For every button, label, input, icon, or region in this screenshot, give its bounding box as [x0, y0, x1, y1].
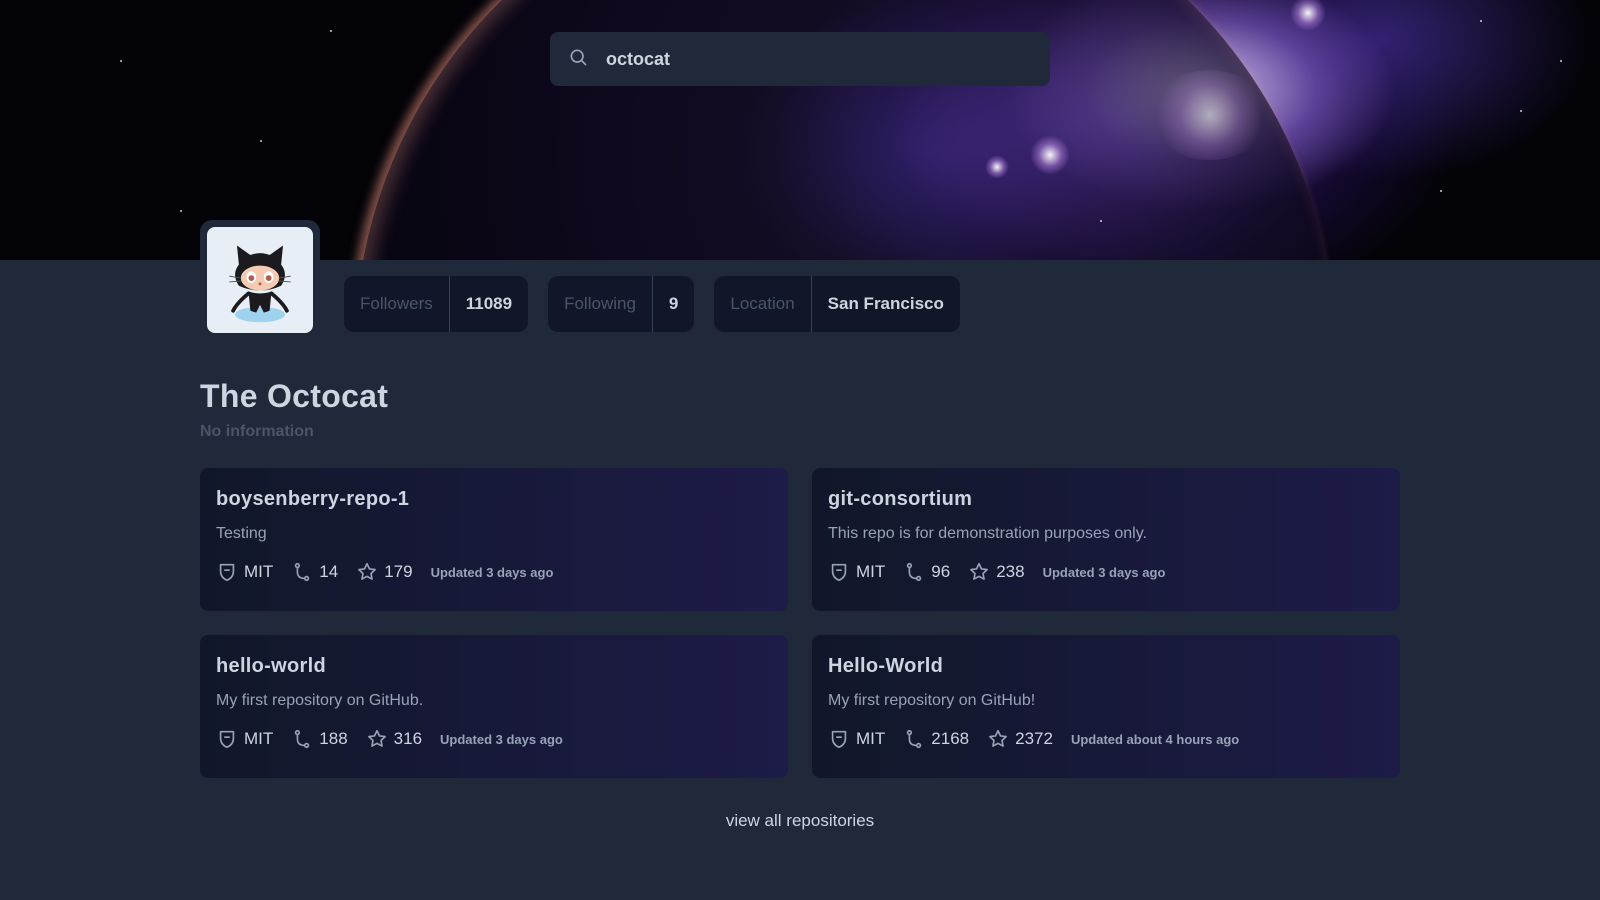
repo-license: MIT — [216, 561, 273, 583]
repo-description: Testing — [216, 525, 267, 542]
search-bar[interactable] — [550, 32, 1050, 86]
stat-label: Location — [730, 294, 795, 313]
repo-name[interactable]: hello-world — [216, 655, 772, 678]
repo-card[interactable]: Hello-World My first repository on GitHu… — [812, 635, 1400, 778]
star — [1100, 220, 1102, 222]
star — [1560, 60, 1562, 62]
star-icon — [989, 729, 1008, 747]
star-icon — [358, 562, 377, 580]
repo-description: My first repository on GitHub! — [828, 692, 1036, 709]
repo-forks: 14 — [291, 561, 338, 583]
repo-name[interactable]: boysenberry-repo-1 — [216, 488, 772, 511]
star — [260, 140, 262, 142]
stars-count: 179 — [384, 562, 413, 581]
repo-meta: MIT 2168 2372 Updated about 4 hours ago — [828, 728, 1384, 750]
repo-license: MIT — [216, 728, 273, 750]
star — [1440, 190, 1442, 192]
octocat-avatar-icon — [229, 245, 291, 323]
repo-description: This repo is for demonstration purposes … — [828, 525, 1147, 542]
stat-following: Following 9 — [548, 276, 695, 332]
license-label: MIT — [856, 562, 886, 581]
fork-icon — [907, 729, 922, 749]
repo-forks: 96 — [903, 561, 950, 583]
repo-grid: boysenberry-repo-1 Testing MIT 14 179 Up… — [200, 468, 1400, 778]
repo-description: My first repository on GitHub. — [216, 692, 424, 709]
forks-count: 96 — [931, 562, 951, 581]
repo-card[interactable]: boysenberry-repo-1 Testing MIT 14 179 Up… — [200, 468, 788, 611]
star-glow — [985, 155, 1009, 179]
repo-license: MIT — [828, 728, 885, 750]
star-icon — [970, 562, 989, 580]
star — [330, 30, 332, 32]
repo-stars: 2372 — [987, 728, 1053, 750]
star — [120, 60, 122, 62]
star-glow — [1150, 70, 1270, 160]
license-label: MIT — [244, 729, 274, 748]
search-icon — [568, 47, 588, 72]
stat-value: San Francisco — [827, 294, 944, 313]
stat-followers: Followers 11089 — [344, 276, 529, 332]
repo-stars: 238 — [968, 561, 1025, 583]
star — [1480, 20, 1482, 22]
license-shield-icon — [831, 563, 847, 582]
license-shield-icon — [219, 730, 235, 749]
repo-updated: Updated 3 days ago — [1042, 564, 1166, 580]
stars-count: 238 — [996, 562, 1025, 581]
fork-icon — [907, 562, 922, 582]
stat-location: Location San Francisco — [714, 276, 960, 332]
stat-label: Following — [564, 294, 636, 313]
repo-card[interactable]: git-consortium This repo is for demonstr… — [812, 468, 1400, 611]
forks-count: 188 — [319, 729, 348, 748]
repo-updated: Updated about 4 hours ago — [1070, 731, 1240, 747]
star — [1520, 110, 1522, 112]
repo-stars: 179 — [356, 561, 413, 583]
repo-meta: MIT 96 238 Updated 3 days ago — [828, 561, 1384, 583]
license-shield-icon — [831, 730, 847, 749]
star-glow — [1030, 135, 1070, 175]
license-shield-icon — [219, 563, 235, 582]
profile-bio: No information — [200, 423, 314, 440]
forks-count: 2168 — [931, 729, 970, 748]
profile-stats: Followers 11089 Following 9 Location San… — [344, 276, 960, 332]
repo-card[interactable]: hello-world My first repository on GitHu… — [200, 635, 788, 778]
repo-forks: 2168 — [903, 728, 969, 750]
forks-count: 14 — [319, 562, 339, 581]
avatar-frame — [200, 220, 320, 340]
search-input[interactable] — [606, 48, 1006, 70]
repo-meta: MIT 14 179 Updated 3 days ago — [216, 561, 772, 583]
license-label: MIT — [856, 729, 886, 748]
stat-value: 11089 — [465, 294, 513, 313]
fork-icon — [295, 729, 310, 749]
avatar — [207, 227, 313, 333]
repo-updated: Updated 3 days ago — [430, 564, 554, 580]
star-glow — [1290, 0, 1326, 31]
repo-updated: Updated 3 days ago — [440, 731, 563, 747]
profile-name: The Octocat — [200, 378, 389, 414]
repo-license: MIT — [828, 561, 885, 583]
license-label: MIT — [244, 562, 274, 581]
view-all-repositories-link[interactable]: view all repositories — [0, 811, 1600, 831]
repo-stars: 316 — [366, 728, 422, 750]
stars-count: 316 — [393, 729, 423, 748]
repo-name[interactable]: git-consortium — [828, 488, 1384, 511]
repo-meta: MIT 188 316 Updated 3 days ago — [216, 728, 772, 750]
stars-count: 2372 — [1015, 729, 1053, 748]
star-icon — [367, 729, 386, 747]
repo-name[interactable]: Hello-World — [828, 655, 1384, 678]
stat-value: 9 — [668, 294, 679, 313]
repo-forks: 188 — [291, 728, 348, 750]
star — [180, 210, 182, 212]
stat-label: Followers — [360, 294, 433, 313]
fork-icon — [295, 562, 310, 582]
